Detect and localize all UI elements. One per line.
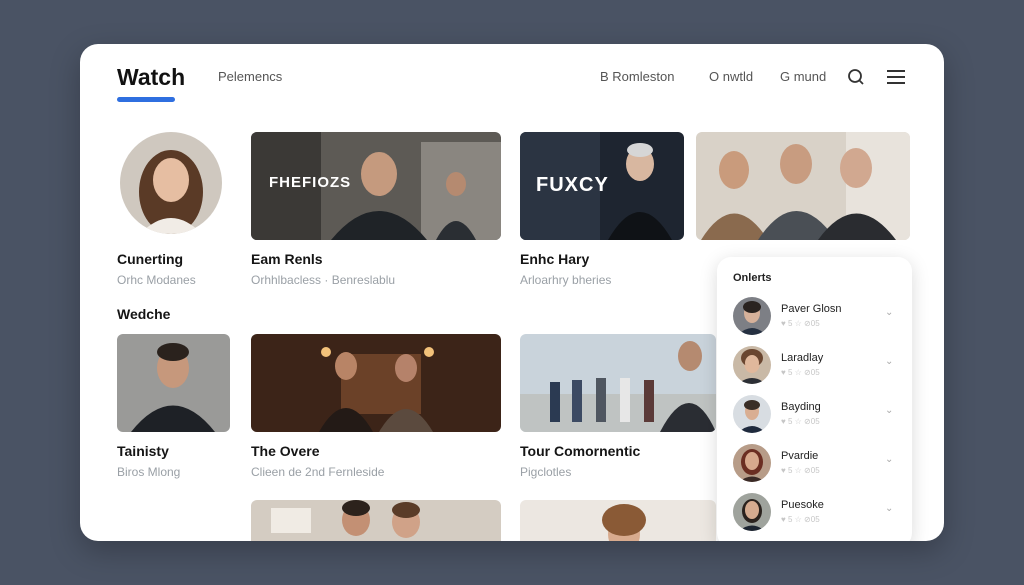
chevron-down-icon[interactable]: ⌄ (885, 454, 893, 465)
chevron-down-icon[interactable]: ⌄ (885, 503, 893, 514)
nav-link-3[interactable]: G mund (780, 69, 826, 84)
avatar (733, 297, 771, 335)
video-thumbnail[interactable] (117, 334, 230, 432)
app-logo[interactable]: Watch (117, 64, 185, 91)
panel-item[interactable]: Pvardie ♥ 5 ☆ ⊘05 ⌄ (733, 444, 903, 484)
nav-link-2[interactable]: O nwtld (709, 69, 753, 84)
chevron-down-icon[interactable]: ⌄ (885, 405, 893, 416)
card-title[interactable]: Tainisty (117, 443, 169, 459)
panel-item-name: Puesoke (781, 499, 824, 511)
card-title[interactable]: Eam Renls (251, 251, 323, 267)
card-title[interactable]: Tour Comornentic (520, 443, 640, 459)
panel-item[interactable]: Paver Glosn ♥ 5 ☆ ⊘05 ⌄ (733, 297, 903, 337)
video-thumbnail[interactable] (251, 334, 501, 432)
panel-item[interactable]: Laradlay ♥ 5 ☆ ⊘05 ⌄ (733, 346, 903, 386)
panel-item[interactable]: Puesoke ♥ 5 ☆ ⊘05 ⌄ (733, 493, 903, 533)
panel-item-name: Paver Glosn (781, 303, 842, 315)
featured-avatar[interactable] (120, 132, 222, 234)
card-title[interactable]: The Overe (251, 443, 319, 459)
avatar (733, 395, 771, 433)
thumbnail-overlay-title: FUXCY (536, 174, 609, 196)
panel-item[interactable]: Bayding ♥ 5 ☆ ⊘05 ⌄ (733, 395, 903, 435)
video-thumbnail[interactable]: FHEFIOZS (251, 132, 501, 240)
video-thumbnail[interactable] (251, 500, 501, 541)
nav-link-left[interactable]: Pelemencs (218, 69, 282, 84)
panel-item-meta: ♥ 5 ☆ ⊘05 (781, 368, 820, 377)
video-thumbnail[interactable] (520, 500, 716, 541)
avatar (733, 346, 771, 384)
thumbnail-overlay-title: FHEFIOZS (269, 174, 352, 191)
panel-item-name: Bayding (781, 401, 821, 413)
panel-item-name: Pvardie (781, 450, 819, 462)
search-icon[interactable] (845, 66, 867, 88)
chevron-down-icon[interactable]: ⌄ (885, 356, 893, 367)
video-thumbnail[interactable] (696, 132, 910, 240)
video-thumbnail[interactable] (520, 334, 716, 432)
card-subtitle: Orhhlbacless · Benreslablu (251, 273, 396, 287)
card-subtitle: Clieen de 2nd Fernleside (251, 465, 385, 479)
panel-item-meta: ♥ 5 ☆ ⊘05 (781, 319, 820, 328)
avatar (733, 493, 771, 531)
panel-title: Onlerts (733, 272, 772, 284)
nav-link-1[interactable]: B Romleston (600, 69, 674, 84)
panel-item-meta: ♥ 5 ☆ ⊘05 (781, 466, 820, 475)
avatar (733, 444, 771, 482)
card-subtitle: Biros Mlong (117, 465, 181, 479)
alerts-panel: Onlerts Paver Glosn ♥ 5 ☆ ⊘05 ⌄ Laradlay… (717, 257, 912, 541)
panel-item-meta: ♥ 5 ☆ ⊘05 (781, 417, 820, 426)
card-subtitle: Arloarhry bheries (520, 273, 612, 287)
card-subtitle: Orhc Modanes (117, 273, 196, 287)
panel-item-meta: ♥ 5 ☆ ⊘05 (781, 515, 820, 524)
section-heading: Wedche (117, 306, 171, 322)
active-tab-indicator (117, 97, 175, 102)
app-window: Watch Pelemencs B Romleston O nwtld G mu… (80, 44, 944, 541)
card-title[interactable]: Enhc Hary (520, 251, 589, 267)
chevron-down-icon[interactable]: ⌄ (885, 307, 893, 318)
card-title[interactable]: Cunerting (117, 251, 183, 267)
video-thumbnail[interactable]: FUXCY (520, 132, 684, 240)
menu-icon[interactable] (885, 66, 907, 88)
panel-item-name: Laradlay (781, 352, 824, 364)
card-subtitle: Pigclotles (520, 465, 572, 479)
